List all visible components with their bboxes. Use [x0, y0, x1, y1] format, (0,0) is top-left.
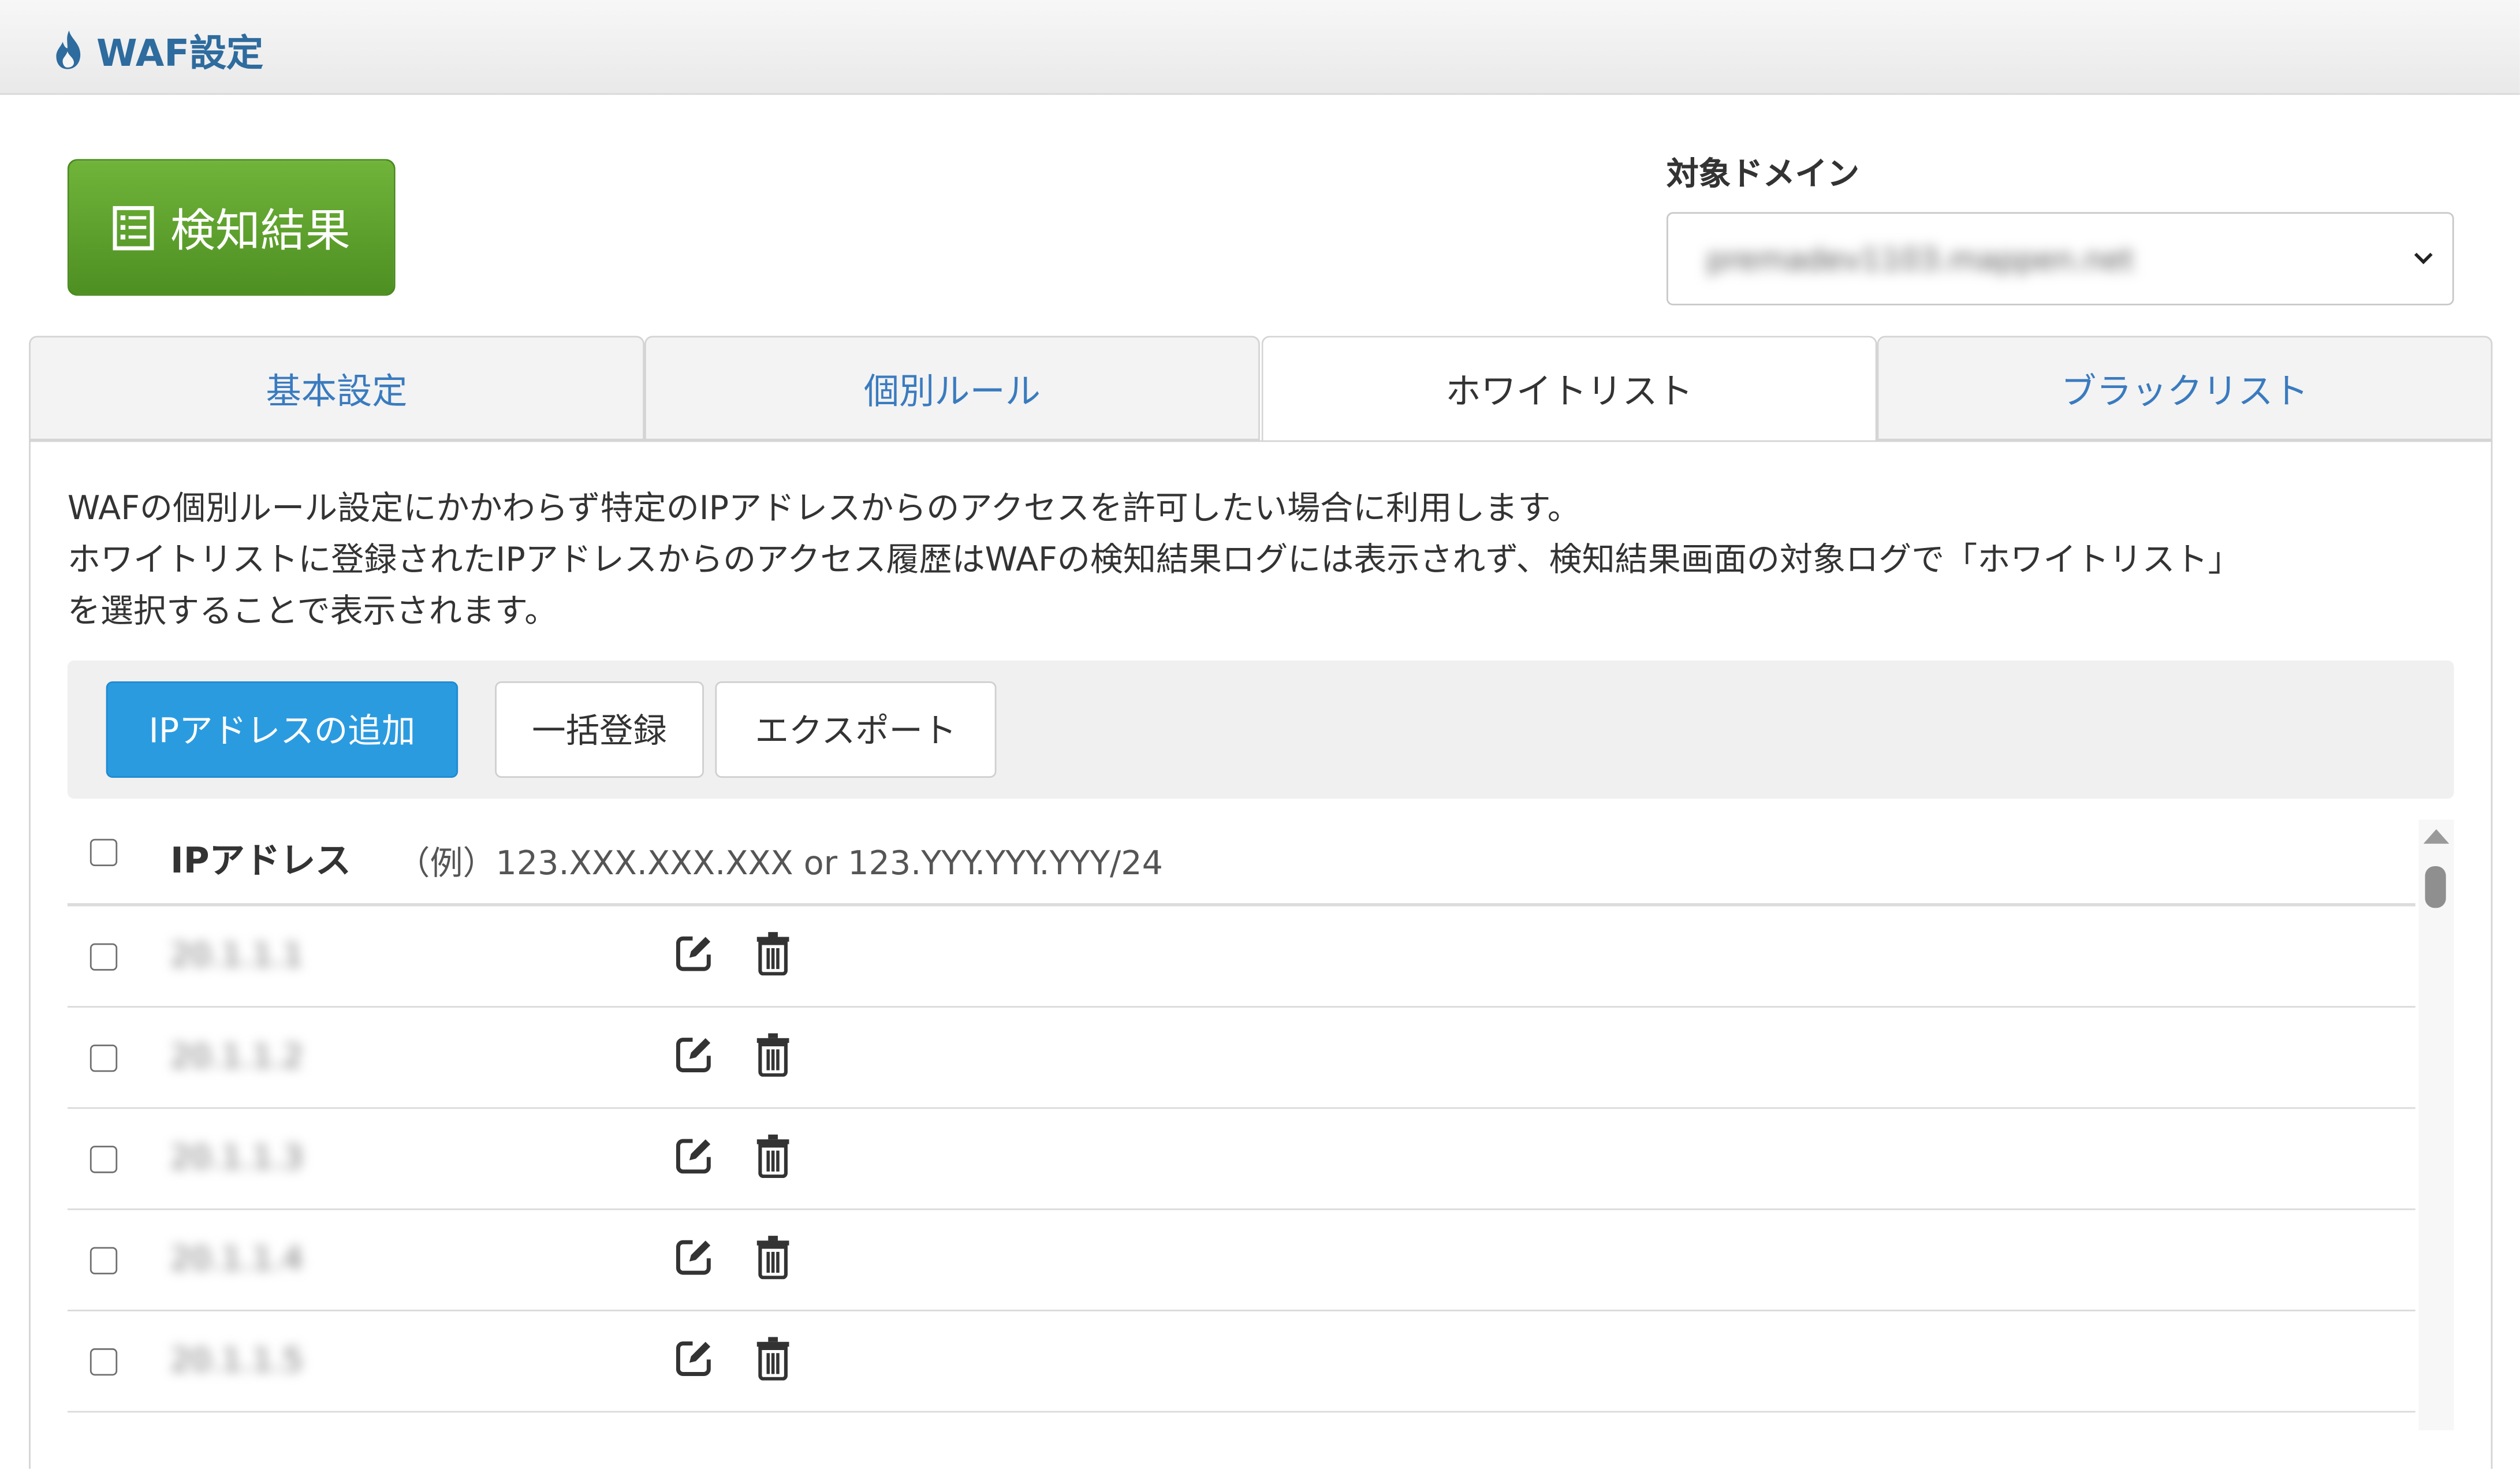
list-item: 20.1.1.2 [67, 1008, 2415, 1109]
bulk-register-button[interactable]: 一括登録 [495, 681, 704, 778]
whitelist-description: WAFの個別ルール設定にかかわらず特定のIPアドレスからのアクセスを許可したい場… [68, 482, 2462, 636]
detection-results-label: 検知結果 [170, 203, 351, 256]
row-checkbox[interactable] [90, 1247, 118, 1274]
list-header: IPアドレス （例）123.XXX.XXX.XXX or 123.YYY.YYY… [67, 804, 2415, 907]
trash-icon[interactable] [755, 1032, 791, 1077]
tab-bar: 基本設定 個別ルール ホワイトリスト ブラックリスト [29, 335, 2493, 442]
flame-icon [56, 30, 81, 69]
edit-icon[interactable] [673, 1337, 715, 1378]
ip-address: 20.1.1.4 [170, 1239, 304, 1278]
trash-icon[interactable] [755, 1133, 791, 1178]
row-checkbox[interactable] [90, 1348, 118, 1376]
list-item: 20.1.1.1 [67, 907, 2415, 1008]
edit-icon[interactable] [673, 1033, 715, 1075]
scrollbar-thumb[interactable] [2425, 866, 2446, 908]
ip-column-header: IPアドレス [170, 842, 351, 882]
screen: WAF設定 検知結果 対象ドメイン premadev1103.mappen.ne… [0, 0, 2520, 1469]
scrollbar-track[interactable] [2418, 819, 2454, 1430]
tab-whitelist[interactable]: ホワイトリスト [1261, 335, 1877, 442]
domain-label: 対象ドメイン [1666, 154, 1859, 193]
add-ip-button[interactable]: IPアドレスの追加 [106, 681, 458, 778]
ip-list: IPアドレス （例）123.XXX.XXX.XXX or 123.YYY.YYY… [67, 804, 2415, 1430]
ip-address: 20.1.1.3 [170, 1138, 304, 1177]
trash-icon[interactable] [755, 930, 791, 976]
tab-individual-rules[interactable]: 個別ルール [644, 335, 1260, 441]
page-title: WAF設定 [51, 23, 263, 77]
ip-format-hint: （例）123.XXX.XXX.XXX or 123.YYY.YYY.YYY/24 [397, 844, 1163, 882]
export-button[interactable]: エクスポート [715, 681, 997, 778]
tab-blacklist[interactable]: ブラックリスト [1877, 335, 2493, 441]
detection-results-button[interactable]: 検知結果 [67, 159, 396, 296]
tab-basic-settings[interactable]: 基本設定 [29, 335, 644, 441]
trash-icon[interactable] [755, 1234, 791, 1280]
list-item: 20.1.1.3 [67, 1109, 2415, 1210]
row-checkbox[interactable] [90, 1044, 118, 1072]
edit-icon[interactable] [673, 1135, 715, 1176]
edit-icon[interactable] [673, 1236, 715, 1277]
tab-label: 個別ルール [863, 372, 1041, 412]
edit-icon[interactable] [673, 932, 715, 974]
tab-label: 基本設定 [266, 372, 408, 412]
description-line: ホワイトリストに登録されたIPアドレスからのアクセス履歴はWAFの検知結果ログに… [67, 540, 2241, 579]
row-checkbox[interactable] [90, 943, 118, 971]
trash-icon[interactable] [755, 1336, 791, 1381]
ip-address: 20.1.1.5 [170, 1340, 304, 1379]
list-toolbar: IPアドレスの追加 一括登録 エクスポート [67, 660, 2454, 799]
scroll-up-arrow-icon[interactable] [2423, 829, 2450, 844]
list-item: 20.1.1.5 [67, 1311, 2415, 1413]
page-title-text: WAF設定 [96, 33, 264, 76]
tab-label: ホワイトリスト [1445, 372, 1693, 413]
description-line: WAFの個別ルール設定にかかわらず特定のIPアドレスからのアクセスを許可したい場… [67, 489, 1580, 527]
tab-label: ブラックリスト [2061, 372, 2309, 412]
page-header: WAF設定 [0, 0, 2520, 95]
ip-address: 20.1.1.1 [170, 935, 304, 974]
list-scrollbar[interactable] [2418, 819, 2454, 1430]
list-icon [113, 205, 154, 250]
ip-address: 20.1.1.2 [170, 1036, 304, 1075]
domain-select[interactable]: premadev1103.mappen.net [1666, 212, 2454, 305]
select-all-checkbox[interactable] [90, 838, 118, 867]
domain-selected-value: premadev1103.mappen.net [1706, 243, 2134, 278]
chevron-down-icon [2414, 252, 2433, 264]
list-item: 20.1.1.4 [67, 1210, 2415, 1311]
description-line: を選択することで表示されます。 [67, 591, 558, 630]
row-checkbox[interactable] [90, 1146, 118, 1173]
